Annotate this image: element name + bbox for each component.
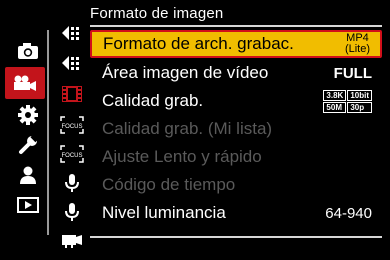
playback-icon xyxy=(17,197,39,213)
menu-item-timecode: Código de tiempo xyxy=(90,171,382,199)
menu-item-label: Calidad grab. xyxy=(102,91,204,110)
video-camera-icon xyxy=(14,75,36,91)
menu-item-label: Área imagen de vídeo xyxy=(102,63,269,82)
subcat-audio-2[interactable] xyxy=(59,201,85,223)
header-divider xyxy=(90,25,382,27)
file-format-value: MP4 (Lite) xyxy=(345,33,370,55)
gear-icon xyxy=(18,105,38,125)
subcat-image-format[interactable] xyxy=(59,83,85,105)
quality-bitdepth: 10bit xyxy=(347,89,372,101)
menu-item-file-format[interactable]: Formato de arch. grabac. MP4 (Lite) xyxy=(90,30,382,58)
category-rail xyxy=(0,0,48,260)
menu-item-value: FULL xyxy=(333,64,372,82)
camera-menu-screen: Formato de imagen FOCUS FOCUS Formato de… xyxy=(0,0,390,260)
category-photo[interactable] xyxy=(8,36,48,66)
svg-text:FOCUS: FOCUS xyxy=(62,124,83,130)
subcategory-rail: FOCUS FOCUS xyxy=(49,0,89,260)
menu-item-label: Formato de arch. grabac. xyxy=(103,34,294,53)
menu-item-image-area[interactable]: Área imagen de vídeo FULL xyxy=(90,59,382,87)
camera-accessory-icon xyxy=(62,235,82,248)
menu-item-label: Código de tiempo xyxy=(102,175,236,194)
rec-quality-badge: 3.8K 10bit 50M 30p xyxy=(323,89,372,113)
menu-item-slow-quick: Ajuste Lento y rápido xyxy=(90,143,382,171)
subcat-arrows-2[interactable] xyxy=(59,52,85,74)
subcat-focus-1[interactable]: FOCUS xyxy=(59,114,85,136)
subcat-arrows-1[interactable] xyxy=(59,22,85,44)
category-setup[interactable] xyxy=(8,130,48,160)
menu-item-label: Ajuste Lento y rápido xyxy=(102,147,262,166)
wrench-icon xyxy=(19,135,38,154)
focus-icon-2: FOCUS xyxy=(60,145,84,163)
file-format-value-bottom: (Lite) xyxy=(344,43,370,55)
menu-item-luminance-level[interactable]: Nivel luminancia 64-940 xyxy=(90,199,382,227)
page-title: Formato de imagen xyxy=(90,5,224,22)
film-strip-icon xyxy=(62,86,82,102)
menu-item-value: 64-940 xyxy=(325,204,372,222)
quality-framerate: 30p xyxy=(347,101,372,113)
category-video[interactable] xyxy=(5,67,45,99)
person-icon xyxy=(20,166,36,184)
microphone-icon xyxy=(65,174,79,192)
svg-text:FOCUS: FOCUS xyxy=(62,153,83,159)
menu-item-label: Calidad grab. (Mi lista) xyxy=(102,119,273,138)
quality-bitrate: 50M xyxy=(323,101,347,113)
subcat-focus-2[interactable]: FOCUS xyxy=(59,143,85,165)
menu-item-label: Nivel luminancia xyxy=(102,203,226,222)
menu-item-rec-quality-mylist: Calidad grab. (Mi lista) xyxy=(90,115,382,143)
subcat-accessory[interactable] xyxy=(59,230,85,252)
arrows-left-icon xyxy=(62,26,79,40)
footer-divider xyxy=(90,236,382,238)
menu-item-rec-quality[interactable]: Calidad grab. 3.8K 10bit 50M 30p xyxy=(90,87,382,115)
focus-icon: FOCUS xyxy=(60,116,84,134)
microphone-icon-2 xyxy=(65,203,79,221)
category-playback[interactable] xyxy=(8,190,48,220)
arrows-left-icon-2 xyxy=(62,56,79,70)
category-custom[interactable] xyxy=(8,100,48,130)
camera-icon xyxy=(18,43,38,59)
category-mymenu[interactable] xyxy=(8,160,48,190)
subcat-audio-1[interactable] xyxy=(59,172,85,194)
quality-resolution: 3.8K xyxy=(323,89,347,101)
